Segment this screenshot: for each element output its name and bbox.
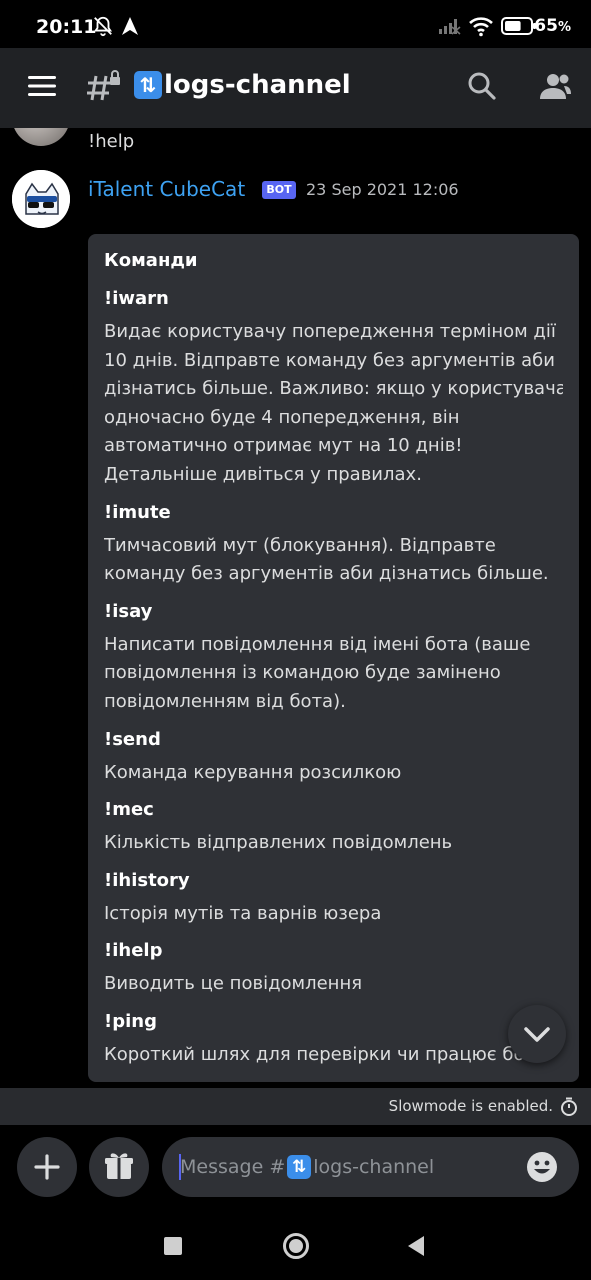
description-line: одночасно буде 4 попередження, він	[104, 406, 460, 428]
description-line: команду без аргументів аби дізнатись біл…	[104, 563, 549, 585]
description-line: Історія мутів та варнів юзера	[104, 902, 382, 924]
commands-embed: Команди !iwarn Видає користувачу попередж…	[88, 234, 579, 1082]
command-description: Короткий шлях для перевірки чи працює бо…	[104, 1041, 563, 1070]
plus-icon	[34, 1154, 60, 1180]
command-field: !ihistory Історія мутів та варнів юзера	[104, 868, 563, 929]
back-button-icon[interactable]	[406, 1235, 426, 1261]
description-line: дізнатись більше. Важливо: якщо у корист…	[104, 378, 563, 400]
description-line: автоматично отримає мут на 10 днів!	[104, 435, 463, 457]
status-time: 20:11	[36, 16, 97, 38]
bot-avatar[interactable]	[12, 170, 70, 228]
status-bar: 20:11 65%	[0, 0, 591, 48]
timer-icon	[560, 1097, 578, 1121]
description-line: Короткий шлях для перевірки чи працює бо…	[104, 1043, 535, 1065]
command-field: !send Команда керування розсилкою	[104, 727, 563, 788]
description-line: Видає користувачу попередження терміном …	[104, 321, 556, 342]
command-description: Виводить це повідомлення	[104, 970, 563, 999]
command-description: Кількість відправлених повідомлень	[104, 829, 563, 858]
command-field: !imute Тимчасовий мут (блокування). Відпр…	[104, 500, 563, 589]
command-name: !mec	[104, 799, 154, 821]
hash-lock-icon	[86, 70, 122, 108]
command-description: Видає користувачу попередження терміном …	[104, 318, 563, 490]
home-button-icon[interactable]	[282, 1232, 310, 1264]
message-placeholder: Message # ⇅ logs-channel	[180, 1155, 435, 1179]
description-line: Тимчасовий мут (блокування). Відправте	[104, 534, 496, 556]
description-line: Написати повідомлення від імені бота (ва…	[104, 633, 531, 655]
message-timestamp: 23 Sep 2021 12:06	[306, 180, 459, 199]
arrows-cycle-emoji: ⇅	[134, 71, 162, 99]
command-description: Історія мутів та варнів юзера	[104, 900, 563, 929]
bot-badge: BOT	[262, 181, 296, 199]
add-attachment-button[interactable]	[17, 1137, 77, 1197]
command-name: !isay	[104, 600, 153, 622]
channel-title: ⇅ logs-channel	[134, 70, 351, 100]
wifi-icon	[468, 15, 494, 41]
command-description: Написати повідомлення від імені бота (ва…	[104, 631, 563, 717]
emoji-picker-icon[interactable]	[526, 1151, 558, 1187]
author-name[interactable]: iTalent CubeCat	[88, 177, 245, 201]
description-line: Команда керування розсилкою	[104, 761, 402, 783]
system-nav-bar	[0, 1210, 591, 1280]
description-line: повідомленням від бота).	[104, 690, 346, 712]
avatar[interactable]	[12, 128, 70, 146]
command-name: !ping	[104, 1010, 157, 1032]
command-name: !send	[104, 728, 161, 750]
message-text: !help	[88, 131, 135, 152]
description-line: Кількість відправлених повідомлень	[104, 832, 453, 854]
description-line: 10 днів. Відправте команду без аргументі…	[104, 349, 555, 371]
arrows-cycle-emoji: ⇅	[287, 1155, 312, 1179]
description-line: повідомлення із командою буде замінено	[104, 662, 501, 684]
chevron-down-icon	[524, 1027, 550, 1042]
slowmode-text: Slowmode is enabled.	[388, 1097, 553, 1115]
command-name: !ihelp	[104, 940, 163, 962]
description-line: Виводить це повідомлення	[104, 973, 363, 995]
hamburger-icon[interactable]	[28, 75, 56, 101]
command-name: !imute	[104, 501, 171, 523]
members-icon[interactable]	[538, 72, 572, 104]
description-line: Детальніше дивіться у правилах.	[104, 463, 422, 485]
navigation-arrow-icon	[120, 15, 140, 41]
scroll-to-bottom-button[interactable]	[508, 1005, 566, 1063]
command-field: !iwarn Видає користувачу попередження тер…	[104, 286, 563, 490]
gift-button[interactable]	[89, 1137, 149, 1197]
cell-signal-icon	[438, 17, 462, 39]
channel-name: logs-channel	[164, 70, 351, 100]
notifications-muted-icon	[92, 15, 114, 41]
command-field: !isay Написати повідомлення від імені бот…	[104, 599, 563, 717]
command-field: !ping Короткий шлях для перевірки чи прац…	[104, 1009, 563, 1070]
command-description: Команда керування розсилкою	[104, 759, 563, 788]
embed-title: Команди	[104, 250, 198, 271]
battery-icon	[501, 17, 537, 39]
battery-text: 65%	[534, 16, 571, 36]
recents-button-icon[interactable]	[164, 1237, 182, 1259]
embed-fields: !iwarn Видає користувачу попередження тер…	[104, 286, 563, 1070]
command-field: !ihelp Виводить це повідомлення	[104, 938, 563, 999]
message-list[interactable]: !help iTalent CubeCat BOT 23 Sep 2021 12…	[0, 128, 591, 1088]
search-icon[interactable]	[468, 72, 496, 104]
gift-icon	[105, 1153, 133, 1179]
command-name: !ihistory	[104, 869, 190, 891]
command-name: !iwarn	[104, 288, 169, 309]
slowmode-bar: Slowmode is enabled.	[0, 1088, 591, 1125]
command-description: Тимчасовий мут (блокування). Відправте ко…	[104, 532, 563, 589]
command-field: !mec Кількість відправлених повідомлень	[104, 797, 563, 858]
